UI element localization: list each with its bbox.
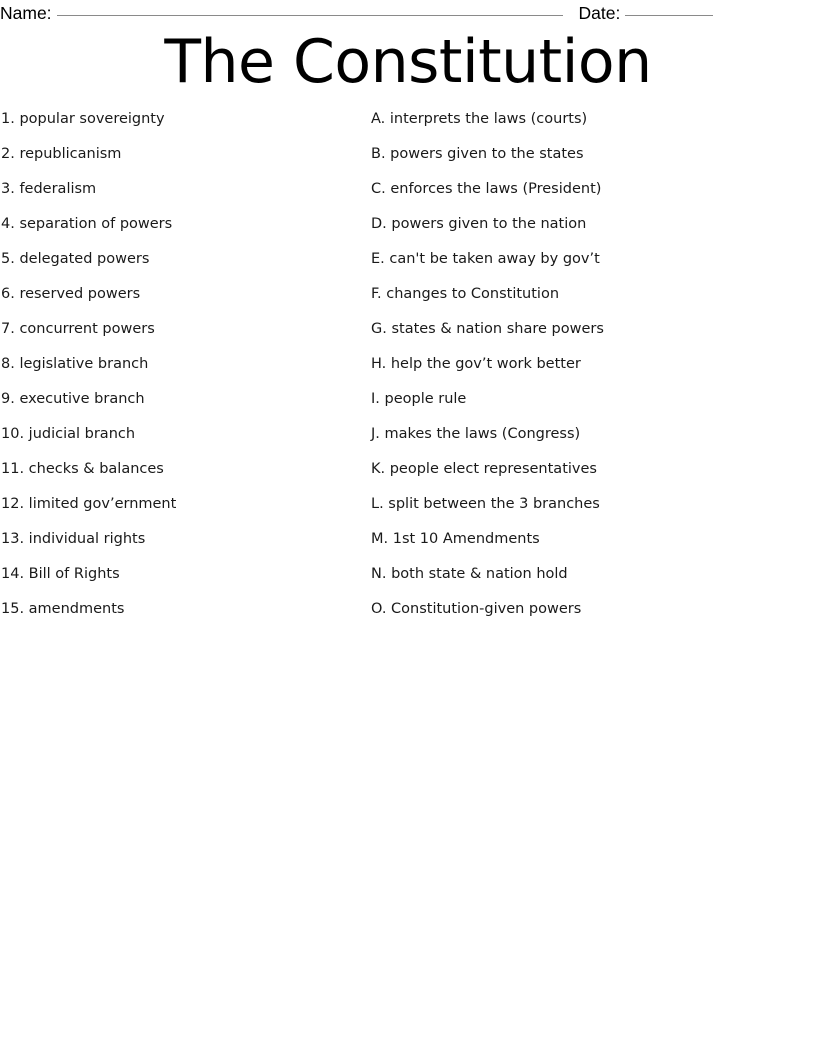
terms-column: 1. popular sovereignty 2. republicanism …: [1, 110, 356, 635]
term-item[interactable]: 9. executive branch: [1, 390, 356, 425]
term-item[interactable]: 8. legislative branch: [1, 355, 356, 390]
definition-item[interactable]: H. help the gov’t work better: [371, 355, 801, 390]
page-title: The Constitution: [164, 27, 652, 97]
definition-item[interactable]: B. powers given to the states: [371, 145, 801, 180]
date-write-in-line[interactable]: [625, 15, 714, 16]
date-label: Date:: [578, 3, 621, 23]
term-item[interactable]: 13. individual rights: [1, 530, 356, 565]
term-item[interactable]: 15. amendments: [1, 600, 356, 635]
definition-item[interactable]: F. changes to Constitution: [371, 285, 801, 320]
name-write-in-line[interactable]: [56, 15, 563, 16]
term-item[interactable]: 7. concurrent powers: [1, 320, 356, 355]
term-item[interactable]: 14. Bill of Rights: [1, 565, 356, 600]
definition-item[interactable]: J. makes the laws (Congress): [371, 425, 801, 460]
term-item[interactable]: 1. popular sovereignty: [1, 110, 356, 145]
definition-item[interactable]: I. people rule: [371, 390, 801, 425]
definition-item[interactable]: K. people elect representatives: [371, 460, 801, 495]
term-item[interactable]: 3. federalism: [1, 180, 356, 215]
definition-item[interactable]: A. interprets the laws (courts): [371, 110, 801, 145]
definition-item[interactable]: C. enforces the laws (President): [371, 180, 801, 215]
definition-item[interactable]: L. split between the 3 branches: [371, 495, 801, 530]
term-item[interactable]: 11. checks & balances: [1, 460, 356, 495]
definition-item[interactable]: D. powers given to the nation: [371, 215, 801, 250]
worksheet-page: Name: Date: The Constitution 1. popular …: [0, 0, 816, 1056]
term-item[interactable]: 10. judicial branch: [1, 425, 356, 460]
definition-item[interactable]: M. 1st 10 Amendments: [371, 530, 801, 565]
name-label: Name:: [0, 3, 52, 23]
definition-item[interactable]: O. Constitution-given powers: [371, 600, 801, 635]
term-item[interactable]: 6. reserved powers: [1, 285, 356, 320]
term-item[interactable]: 2. republicanism: [1, 145, 356, 180]
term-item[interactable]: 4. separation of powers: [1, 215, 356, 250]
definition-item[interactable]: E. can't be taken away by gov’t: [371, 250, 801, 285]
definition-item[interactable]: G. states & nation share powers: [371, 320, 801, 355]
term-item[interactable]: 12. limited gov’ernment: [1, 495, 356, 530]
term-item[interactable]: 5. delegated powers: [1, 250, 356, 285]
definition-item[interactable]: N. both state & nation hold: [371, 565, 801, 600]
header: Name: Date:: [0, 0, 816, 28]
definitions-column: A. interprets the laws (courts) B. power…: [371, 110, 801, 635]
